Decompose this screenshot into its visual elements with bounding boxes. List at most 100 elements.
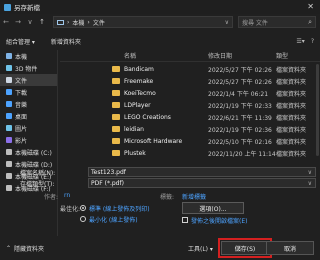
save-button[interactable]: 儲存(S) bbox=[218, 238, 272, 258]
open-after-checkbox[interactable] bbox=[182, 217, 188, 223]
radio-standard[interactable] bbox=[80, 205, 86, 211]
help-icon[interactable]: ? bbox=[311, 38, 314, 45]
breadcrumb-separator: › bbox=[67, 18, 70, 26]
file-type: 檔案資料夾 bbox=[276, 90, 307, 98]
file-name: LDPlayer bbox=[124, 101, 151, 109]
chevron-up-icon: ⌃ bbox=[6, 245, 12, 252]
table-row[interactable]: LDPlayer 2022/1/19 下午 02:33 檔案資料夾 bbox=[60, 100, 315, 110]
sidebar-item-documents[interactable]: 文件 bbox=[0, 74, 57, 86]
sidebar-item-videos[interactable]: 影片 bbox=[0, 134, 57, 146]
metadata-row: 作者: rn 標籤: 新增標籤 bbox=[0, 192, 320, 202]
view-options-icon[interactable]: ☰▾ bbox=[296, 38, 304, 45]
filetype-select[interactable]: PDF (*.pdf) ∨ bbox=[88, 178, 316, 188]
cancel-button[interactable]: 取消 bbox=[266, 241, 314, 255]
author-value[interactable]: rn bbox=[64, 192, 70, 199]
download-icon bbox=[6, 89, 12, 95]
cube-icon bbox=[6, 65, 12, 71]
filename-field[interactable]: Test123.pdf ∨ bbox=[88, 167, 316, 177]
file-name: Freemake bbox=[124, 77, 154, 85]
sidebar-item-label: 桌面 bbox=[15, 113, 28, 121]
file-date: 2022/1/19 下午 02:33 bbox=[208, 102, 272, 110]
filetype-value: PDF (*.pdf) bbox=[91, 179, 124, 187]
sidebar-item-3d-objects[interactable]: 3D 物件 bbox=[0, 62, 57, 74]
sidebar-item-drive-c[interactable]: 本機磁碟 (C:) bbox=[0, 146, 57, 158]
radio-standard-label[interactable]: 標準 (線上發佈及列印) bbox=[89, 204, 150, 213]
file-date: 2022/5/27 下午 02:26 bbox=[208, 66, 272, 74]
vertical-scrollbar[interactable] bbox=[316, 64, 319, 156]
video-icon bbox=[6, 137, 12, 143]
sidebar-item-label: 本機磁碟 (C:) bbox=[15, 149, 52, 157]
hide-folders-toggle[interactable]: ⌃ 隱藏資料夾 bbox=[6, 244, 44, 253]
table-row[interactable]: Freemake 2022/5/27 下午 02:26 檔案資料夾 bbox=[60, 76, 315, 86]
computer-icon bbox=[57, 19, 64, 25]
music-icon bbox=[6, 101, 12, 107]
sidebar-item-label: 本機 bbox=[15, 53, 28, 61]
chevron-down-icon[interactable]: ∨ bbox=[225, 19, 229, 26]
radio-minimum-label[interactable]: 最小化 (線上發佈) bbox=[89, 215, 138, 224]
chevron-down-icon[interactable]: ∨ bbox=[308, 169, 312, 176]
computer-icon bbox=[6, 53, 12, 59]
breadcrumb-this-pc[interactable]: 本機 bbox=[72, 18, 84, 27]
filename-label: 檔案名稱(N): bbox=[20, 169, 56, 177]
sidebar-item-label: 圖片 bbox=[15, 125, 28, 133]
tools-menu-button[interactable]: 工具(L) ▾ bbox=[188, 244, 213, 253]
file-name: Plustek bbox=[124, 149, 146, 157]
options-button[interactable]: 選項(O)... bbox=[182, 202, 244, 214]
column-header-type[interactable]: 類型 bbox=[276, 51, 288, 60]
file-type: 檔案資料夾 bbox=[276, 150, 307, 158]
table-row[interactable]: Plustek 2022/11/20 上午 11:14 檔案資料夾 bbox=[60, 148, 315, 158]
sidebar-item-downloads[interactable]: 下載 bbox=[0, 86, 57, 98]
table-row[interactable]: Microsoft Hardware 2022/5/10 下午 02:16 檔案… bbox=[60, 136, 315, 146]
file-type: 檔案資料夾 bbox=[276, 66, 307, 74]
file-type: 檔案資料夾 bbox=[276, 78, 307, 86]
app-icon bbox=[4, 3, 11, 11]
drive-icon bbox=[6, 149, 12, 155]
open-after-label[interactable]: 發佈之後開啟檔案(E) bbox=[191, 216, 247, 225]
up-button[interactable]: ↑ bbox=[36, 18, 48, 26]
sidebar-item-pictures[interactable]: 圖片 bbox=[0, 122, 57, 134]
recent-locations-button[interactable]: ∨ bbox=[24, 18, 36, 26]
navigation-bar: ← → ∨ ↑ › 本機 › 文件 ∨ 搜尋 文件 ⌕ bbox=[0, 14, 320, 30]
folder-icon bbox=[112, 138, 120, 144]
sidebar-item-desktop[interactable]: 桌面 bbox=[0, 110, 57, 122]
organize-button[interactable]: 組合管理 ▾ bbox=[6, 37, 35, 46]
breadcrumb-documents[interactable]: 文件 bbox=[93, 18, 105, 27]
folder-icon bbox=[112, 102, 120, 108]
table-row[interactable]: KoeiTecmo 2022/1/4 下午 06:21 檔案資料夾 bbox=[60, 88, 315, 98]
title-bar: 另存新檔 ✕ bbox=[0, 0, 320, 14]
file-date: 2022/1/4 下午 06:21 bbox=[208, 90, 269, 98]
search-icon: ⌕ bbox=[308, 17, 312, 26]
optimize-label: 最佳化: bbox=[60, 206, 81, 213]
file-name: Microsoft Hardware bbox=[124, 137, 183, 145]
file-type: 檔案資料夾 bbox=[276, 102, 307, 110]
column-header-name[interactable]: 名稱 bbox=[124, 51, 136, 60]
sidebar-item-this-pc[interactable]: 本機 bbox=[0, 50, 57, 62]
tags-value[interactable]: 新增標籤 bbox=[182, 192, 206, 201]
address-bar[interactable]: › 本機 › 文件 ∨ bbox=[53, 16, 233, 28]
column-header-row: 名稱 修改日期 類型 bbox=[60, 50, 320, 62]
author-label: 作者: bbox=[44, 194, 59, 201]
filetype-label: 存檔類型(T): bbox=[20, 180, 55, 188]
file-type: 檔案資料夾 bbox=[276, 126, 307, 134]
radio-minimum[interactable] bbox=[80, 216, 86, 222]
file-name: Bandicam bbox=[124, 65, 154, 73]
column-header-date[interactable]: 修改日期 bbox=[208, 51, 232, 60]
table-row[interactable]: leidian 2022/1/19 下午 02:36 檔案資料夾 bbox=[60, 124, 315, 134]
back-button[interactable]: ← bbox=[0, 18, 12, 26]
file-name: LEGO Creations bbox=[124, 113, 171, 121]
table-row[interactable]: LEGO Creations 2022/6/21 下午 11:39 檔案資料夾 bbox=[60, 112, 315, 122]
command-bar: 組合管理 ▾ 新增資料夾 ☰▾ ? bbox=[0, 34, 320, 48]
desktop-icon bbox=[6, 113, 12, 119]
sidebar-item-label: 影片 bbox=[15, 137, 28, 145]
new-folder-button[interactable]: 新增資料夾 bbox=[51, 37, 81, 46]
chevron-down-icon[interactable]: ∨ bbox=[308, 180, 312, 187]
search-input[interactable]: 搜尋 文件 ⌕ bbox=[238, 16, 316, 28]
close-icon[interactable]: ✕ bbox=[307, 2, 314, 11]
file-type: 檔案資料夾 bbox=[276, 114, 307, 122]
folder-icon bbox=[112, 126, 120, 132]
folder-icon bbox=[112, 150, 120, 156]
folder-icon bbox=[112, 78, 120, 84]
table-row[interactable]: Bandicam 2022/5/27 下午 02:26 檔案資料夾 bbox=[60, 64, 315, 74]
sidebar-item-music[interactable]: 音樂 bbox=[0, 98, 57, 110]
forward-button[interactable]: → bbox=[12, 18, 24, 26]
